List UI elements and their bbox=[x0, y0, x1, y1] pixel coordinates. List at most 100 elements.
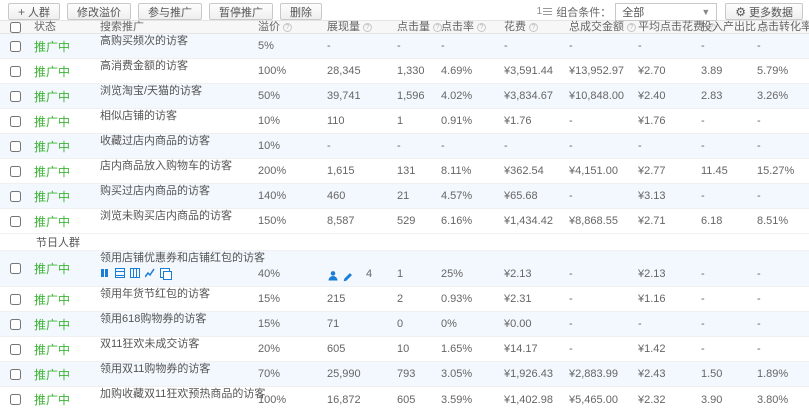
info-icon[interactable]: ? bbox=[477, 23, 486, 32]
audience-name[interactable]: 浏览淘宝/天猫的访客 bbox=[100, 85, 254, 98]
delete-button[interactable]: 删除 bbox=[280, 3, 322, 20]
cell-checkbox bbox=[0, 109, 30, 134]
cell-avg-click-cost: ¥2.77 bbox=[634, 159, 697, 184]
audience-name[interactable]: 店内商品放入购物车的访客 bbox=[100, 160, 254, 173]
cell-status: 推广中 bbox=[30, 134, 96, 159]
row-checkbox[interactable] bbox=[10, 66, 21, 77]
trend-chart-icon[interactable] bbox=[145, 268, 155, 278]
row-checkbox[interactable] bbox=[10, 369, 21, 380]
row-checkbox[interactable] bbox=[10, 141, 21, 152]
info-icon[interactable]: ? bbox=[529, 23, 538, 32]
cell-conversion-rate: 5.79% bbox=[753, 59, 809, 84]
table-row[interactable]: 推广中 高消费金额的访客 100% 28,345 1,330 4.69% ¥3,… bbox=[0, 59, 809, 84]
audience-name[interactable]: 收藏过店内商品的访客 bbox=[100, 135, 254, 148]
more-data-button[interactable]: ⚙ 更多数据 bbox=[725, 3, 803, 20]
filter-label: 组合条件： bbox=[556, 4, 611, 20]
cell-status: 推广中 bbox=[30, 209, 96, 234]
condition-select[interactable]: 全部 ▼ bbox=[615, 3, 717, 21]
row-checkbox[interactable] bbox=[10, 394, 21, 405]
cell-premium: 200% bbox=[254, 159, 323, 184]
row-checkbox[interactable] bbox=[10, 166, 21, 177]
audience-name[interactable]: 加购收藏双11狂欢预热商品的访客 bbox=[100, 388, 254, 401]
table-row[interactable]: 推广中 浏览未购买店内商品的访客 150% 8,587 529 6.16% ¥1… bbox=[0, 209, 809, 234]
status-badge: 推广中 bbox=[34, 368, 70, 382]
cell-clicks: 529 bbox=[393, 209, 437, 234]
pause-icon[interactable] bbox=[100, 268, 110, 278]
list-icon[interactable] bbox=[115, 268, 125, 278]
cell-status: 推广中 bbox=[30, 84, 96, 109]
cell-impressions: 605 bbox=[323, 337, 393, 362]
copy-icon[interactable] bbox=[160, 268, 170, 278]
add-audience-button[interactable]: + 人群 bbox=[8, 3, 60, 20]
row-checkbox[interactable] bbox=[10, 319, 21, 330]
join-promotion-button[interactable]: 参与推广 bbox=[138, 3, 202, 20]
row-checkbox[interactable] bbox=[10, 116, 21, 127]
row-checkbox[interactable] bbox=[10, 344, 21, 355]
cell-impressions: 4 bbox=[323, 251, 393, 287]
cell-clicks: 793 bbox=[393, 362, 437, 387]
audience-name[interactable]: 双11狂欢未成交访客 bbox=[100, 338, 254, 351]
audience-name[interactable]: 领用店铺优惠券和店铺红包的访客 bbox=[100, 252, 254, 265]
info-icon[interactable]: ? bbox=[363, 23, 372, 32]
cell-status: 推广中 bbox=[30, 184, 96, 209]
row-checkbox[interactable] bbox=[10, 41, 21, 52]
cell-checkbox bbox=[0, 209, 30, 234]
cell-checkbox bbox=[0, 362, 30, 387]
table-row[interactable]: 推广中 领用年货节红包的访客 15% 215 2 0.93% ¥2.31 - ¥… bbox=[0, 287, 809, 312]
cell-ctr: 25% bbox=[437, 251, 500, 287]
header-cost: 花费? bbox=[500, 21, 565, 34]
table-row[interactable]: 推广中 加购收藏双11狂欢预热商品的访客 100% 16,872 605 3.5… bbox=[0, 387, 809, 410]
cell-ctr: 0.91% bbox=[437, 109, 500, 134]
pause-promotion-button[interactable]: 暂停推广 bbox=[209, 3, 273, 20]
table-row[interactable]: 推广中 相似店铺的访客 10% 110 1 0.91% ¥1.76 - ¥1.7… bbox=[0, 109, 809, 134]
row-hover-icons bbox=[327, 270, 358, 282]
table-row[interactable]: 推广中 高购买频次的访客 5% - - - - - - - - bbox=[0, 34, 809, 59]
cell-impressions: - bbox=[323, 134, 393, 159]
cell-audience-name: 领用店铺优惠券和店铺红包的访客 bbox=[96, 251, 254, 287]
table-row[interactable]: 推广中 领用店铺优惠券和店铺红包的访客 40% 4 1 25% ¥2.13 - … bbox=[0, 251, 809, 287]
cell-checkbox bbox=[0, 84, 30, 109]
audience-name[interactable]: 领用618购物券的访客 bbox=[100, 313, 254, 326]
audience-name[interactable]: 高消费金额的访客 bbox=[100, 60, 254, 73]
edit-pencil-icon[interactable] bbox=[343, 271, 354, 282]
select-all-checkbox[interactable] bbox=[10, 22, 21, 33]
row-checkbox[interactable] bbox=[10, 91, 21, 102]
table-row[interactable]: 推广中 领用618购物券的访客 15% 71 0 0% ¥0.00 - - - … bbox=[0, 312, 809, 337]
cell-total-amount: - bbox=[565, 134, 634, 159]
cell-cost: - bbox=[500, 134, 565, 159]
row-checkbox[interactable] bbox=[10, 294, 21, 305]
cell-premium: 15% bbox=[254, 312, 323, 337]
cell-roi: - bbox=[697, 184, 753, 209]
row-checkbox[interactable] bbox=[10, 263, 21, 274]
modify-premium-button[interactable]: 修改溢价 bbox=[67, 3, 131, 20]
cell-roi: 2.83 bbox=[697, 84, 753, 109]
audience-name[interactable]: 领用双11购物券的访客 bbox=[100, 363, 254, 376]
cell-premium: 70% bbox=[254, 362, 323, 387]
audience-name[interactable]: 购买过店内商品的访客 bbox=[100, 185, 254, 198]
table-row[interactable]: 推广中 购买过店内商品的访客 140% 460 21 4.57% ¥65.68 … bbox=[0, 184, 809, 209]
row-checkbox[interactable] bbox=[10, 216, 21, 227]
cell-status: 推广中 bbox=[30, 59, 96, 84]
cell-avg-click-cost: ¥1.42 bbox=[634, 337, 697, 362]
status-badge: 推广中 bbox=[34, 262, 70, 276]
row-checkbox[interactable] bbox=[10, 191, 21, 202]
table-row[interactable]: 推广中 双11狂欢未成交访客 20% 605 10 1.65% ¥14.17 -… bbox=[0, 337, 809, 362]
audience-name[interactable]: 浏览未购买店内商品的访客 bbox=[100, 210, 254, 223]
info-icon[interactable]: ? bbox=[283, 23, 292, 32]
cell-ctr: 1.65% bbox=[437, 337, 500, 362]
cell-conversion-rate: 8.51% bbox=[753, 209, 809, 234]
cell-total-amount: - bbox=[565, 337, 634, 362]
table-row[interactable]: 推广中 店内商品放入购物车的访客 200% 1,615 131 8.11% ¥3… bbox=[0, 159, 809, 184]
grid-icon[interactable] bbox=[130, 268, 140, 278]
audience-portrait-icon[interactable] bbox=[327, 270, 339, 282]
info-icon[interactable]: ? bbox=[627, 23, 636, 32]
audience-name[interactable]: 相似店铺的访客 bbox=[100, 110, 254, 123]
cell-premium: 10% bbox=[254, 109, 323, 134]
audience-name[interactable]: 领用年货节红包的访客 bbox=[100, 288, 254, 301]
cell-ctr: 4.57% bbox=[437, 184, 500, 209]
table-row[interactable]: 推广中 浏览淘宝/天猫的访客 50% 39,741 1,596 4.02% ¥3… bbox=[0, 84, 809, 109]
cell-checkbox bbox=[0, 59, 30, 84]
table-row[interactable]: 推广中 收藏过店内商品的访客 10% - - - - - - - - bbox=[0, 134, 809, 159]
table-row[interactable]: 推广中 领用双11购物券的访客 70% 25,990 793 3.05% ¥1,… bbox=[0, 362, 809, 387]
audience-name[interactable]: 高购买频次的访客 bbox=[100, 35, 254, 48]
